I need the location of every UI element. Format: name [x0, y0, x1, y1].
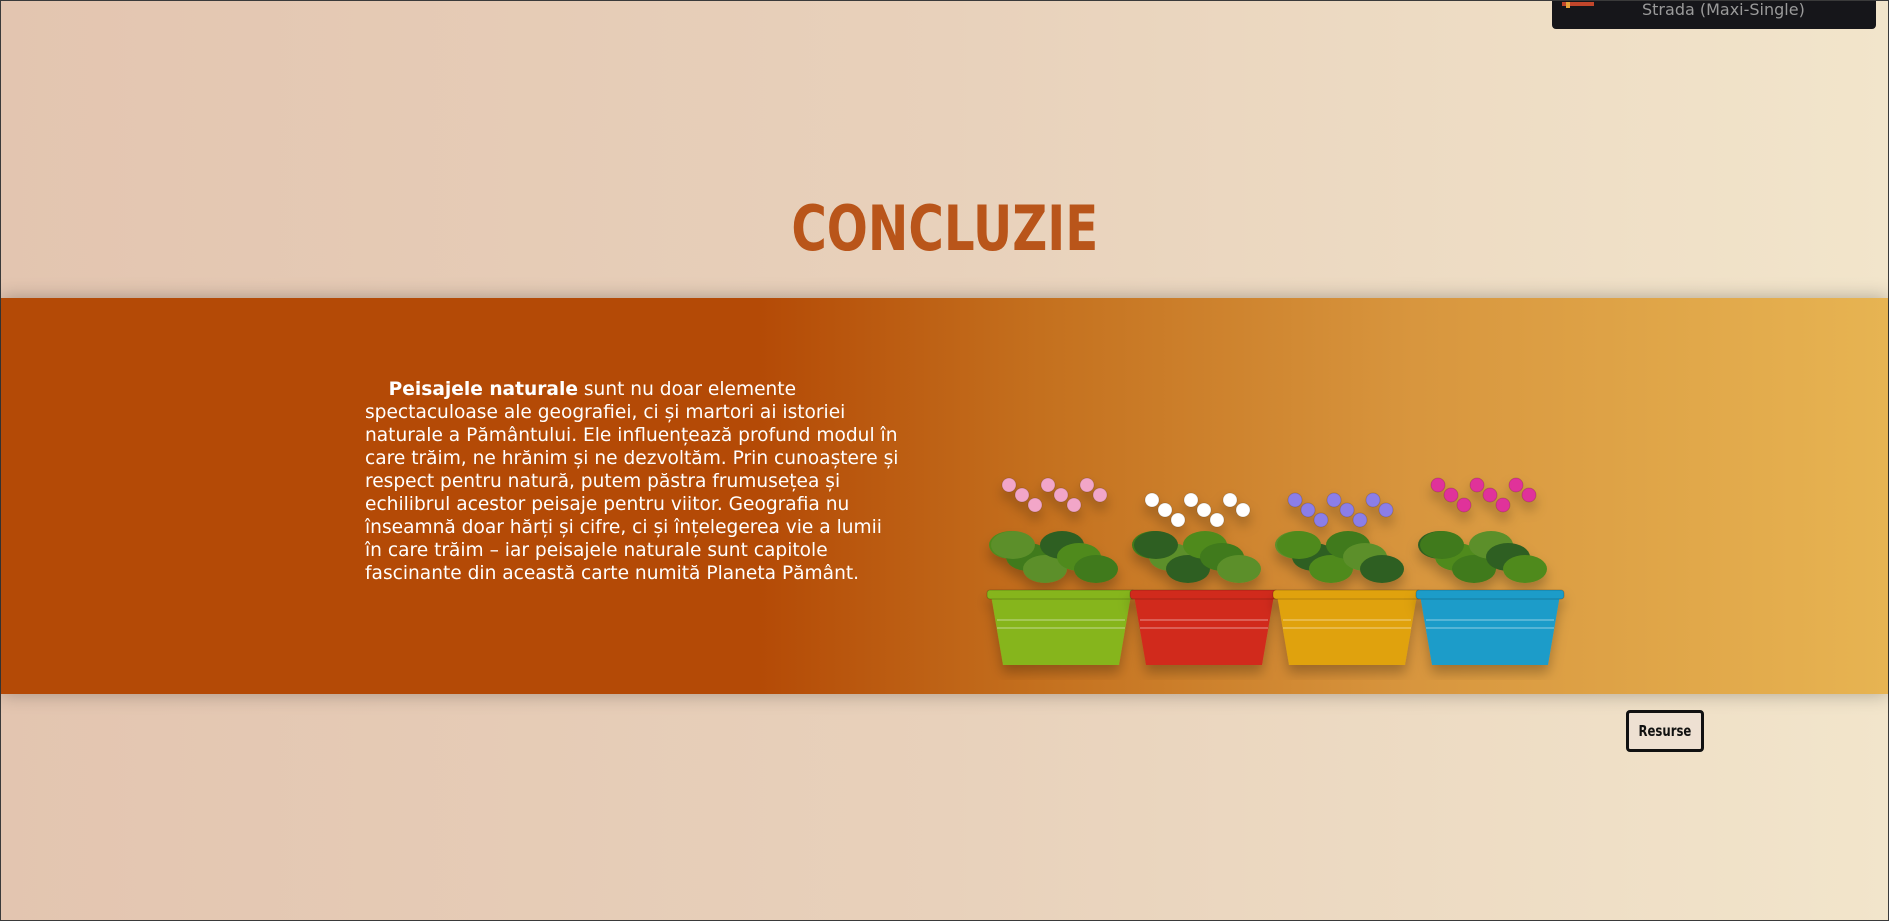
flower-pot — [1129, 492, 1279, 665]
album-art-icon — [1562, 2, 1594, 8]
page-title: CONCLUZIE — [791, 192, 1099, 265]
conclusion-paragraph: Peisajele naturale sunt nu doar elemente… — [365, 378, 901, 585]
flower-pots-image — [986, 477, 1565, 665]
flower-pot — [1415, 477, 1565, 665]
conclusion-band: Peisajele naturale sunt nu doar elemente… — [1, 298, 1888, 694]
resurse-button[interactable]: Resurse — [1626, 710, 1704, 752]
conclusion-body: sunt nu doar elemente spectaculoase ale … — [365, 379, 899, 584]
music-player-widget[interactable]: Strada (Maxi-Single) — [1552, 1, 1876, 29]
flower-pot — [1272, 492, 1422, 665]
music-track-title: Strada (Maxi-Single) — [1642, 0, 1805, 19]
flower-pot — [986, 477, 1136, 665]
conclusion-lead: Peisajele naturale — [388, 379, 578, 400]
resurse-button-label: Resurse — [1638, 722, 1692, 740]
